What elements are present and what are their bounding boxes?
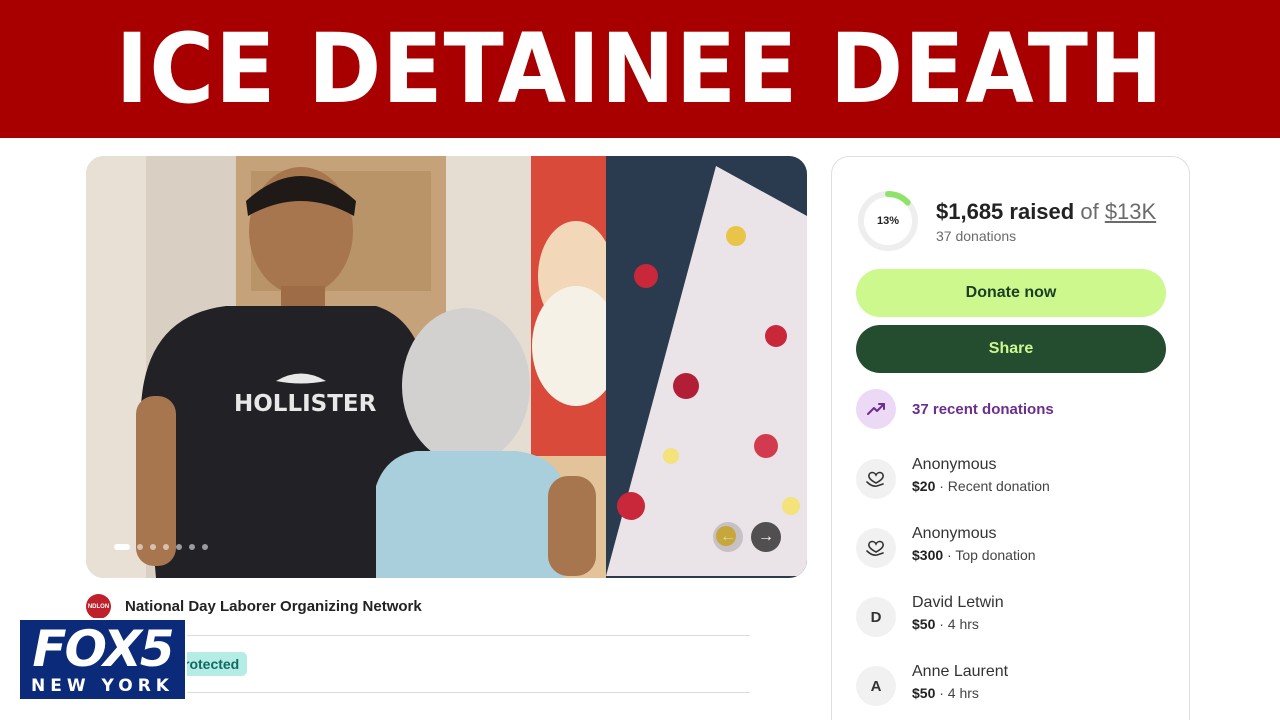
headline-banner: ICE DETAINEE DEATH	[0, 0, 1280, 138]
recent-donations-link[interactable]: 37 recent donations	[856, 389, 1054, 429]
organizer-name[interactable]: National Day Laborer Organizing Network	[125, 598, 422, 615]
carousel-next-button[interactable]: →	[751, 522, 781, 552]
donor-name: Anonymous	[912, 456, 997, 473]
carousel-dot[interactable]	[163, 544, 169, 550]
donor-item: D David Letwin $50 · 4 hrs	[856, 593, 1004, 637]
carousel-dot[interactable]	[202, 544, 208, 550]
carousel-dot[interactable]	[114, 544, 130, 550]
donation-detail: · Recent donation	[935, 478, 1050, 494]
station-city: NEW YORK	[31, 676, 174, 696]
recent-donations-label[interactable]: 37 recent donations	[912, 401, 1054, 418]
donate-now-button[interactable]: Donate now	[856, 269, 1166, 317]
progress-percent: 13%	[876, 215, 900, 227]
raised-amount: $1,685 raised	[936, 199, 1075, 224]
trending-up-icon	[856, 389, 896, 429]
carousel-prev-button[interactable]: ←	[713, 522, 743, 552]
heart-hand-icon	[856, 528, 896, 568]
donation-card: 13% $1,685 raised of $13K 37 donations D…	[831, 156, 1190, 720]
donation-amount: $300	[912, 547, 944, 563]
heart-hand-icon	[856, 459, 896, 499]
organizer-logo: NDLON	[86, 594, 111, 619]
shirt-text: HOLLISTER	[234, 391, 377, 417]
donor-avatar: A	[856, 666, 896, 706]
organizer-row[interactable]: NDLON National Day Laborer Organizing Ne…	[86, 594, 422, 619]
donation-detail: · 4 hrs	[935, 616, 979, 632]
fundraiser-photo: HOLLISTER	[86, 156, 807, 578]
donor-item: Anonymous $20 · Recent donation	[856, 455, 1050, 499]
photo-carousel[interactable]: HOLLISTER ← →	[86, 156, 807, 578]
carousel-dot[interactable]	[176, 544, 182, 550]
carousel-dot[interactable]	[137, 544, 143, 550]
goal-amount[interactable]: $13K	[1105, 199, 1156, 224]
donation-amount: $50	[912, 616, 936, 632]
station-brand: FOX5	[32, 620, 174, 678]
share-button[interactable]: Share	[856, 325, 1166, 373]
headline-text: ICE DETAINEE DEATH	[115, 13, 1165, 125]
donor-name: Anonymous	[912, 525, 997, 542]
progress-ring: 13%	[856, 189, 920, 253]
carousel-dots[interactable]	[114, 544, 208, 550]
carousel-dot[interactable]	[189, 544, 195, 550]
carousel-dot[interactable]	[150, 544, 156, 550]
donor-item: Anonymous $300 · Top donation	[856, 524, 1036, 568]
donor-avatar: D	[856, 597, 896, 637]
raised-of: of	[1074, 199, 1105, 224]
donation-detail: · 4 hrs	[935, 685, 979, 701]
donation-detail: · Top donation	[943, 547, 1036, 563]
station-logo: FOX5 NEW YORK	[18, 618, 187, 701]
donations-count: 37 donations	[936, 228, 1017, 244]
donor-name: Anne Laurent	[912, 663, 1009, 680]
donation-amount: $50	[912, 685, 936, 701]
amount-raised: $1,685 raised of $13K	[936, 199, 1156, 225]
donor-item: A Anne Laurent $50 · 4 hrs	[856, 662, 1008, 706]
donor-name: David Letwin	[912, 594, 1004, 611]
donation-amount: $20	[912, 478, 936, 494]
